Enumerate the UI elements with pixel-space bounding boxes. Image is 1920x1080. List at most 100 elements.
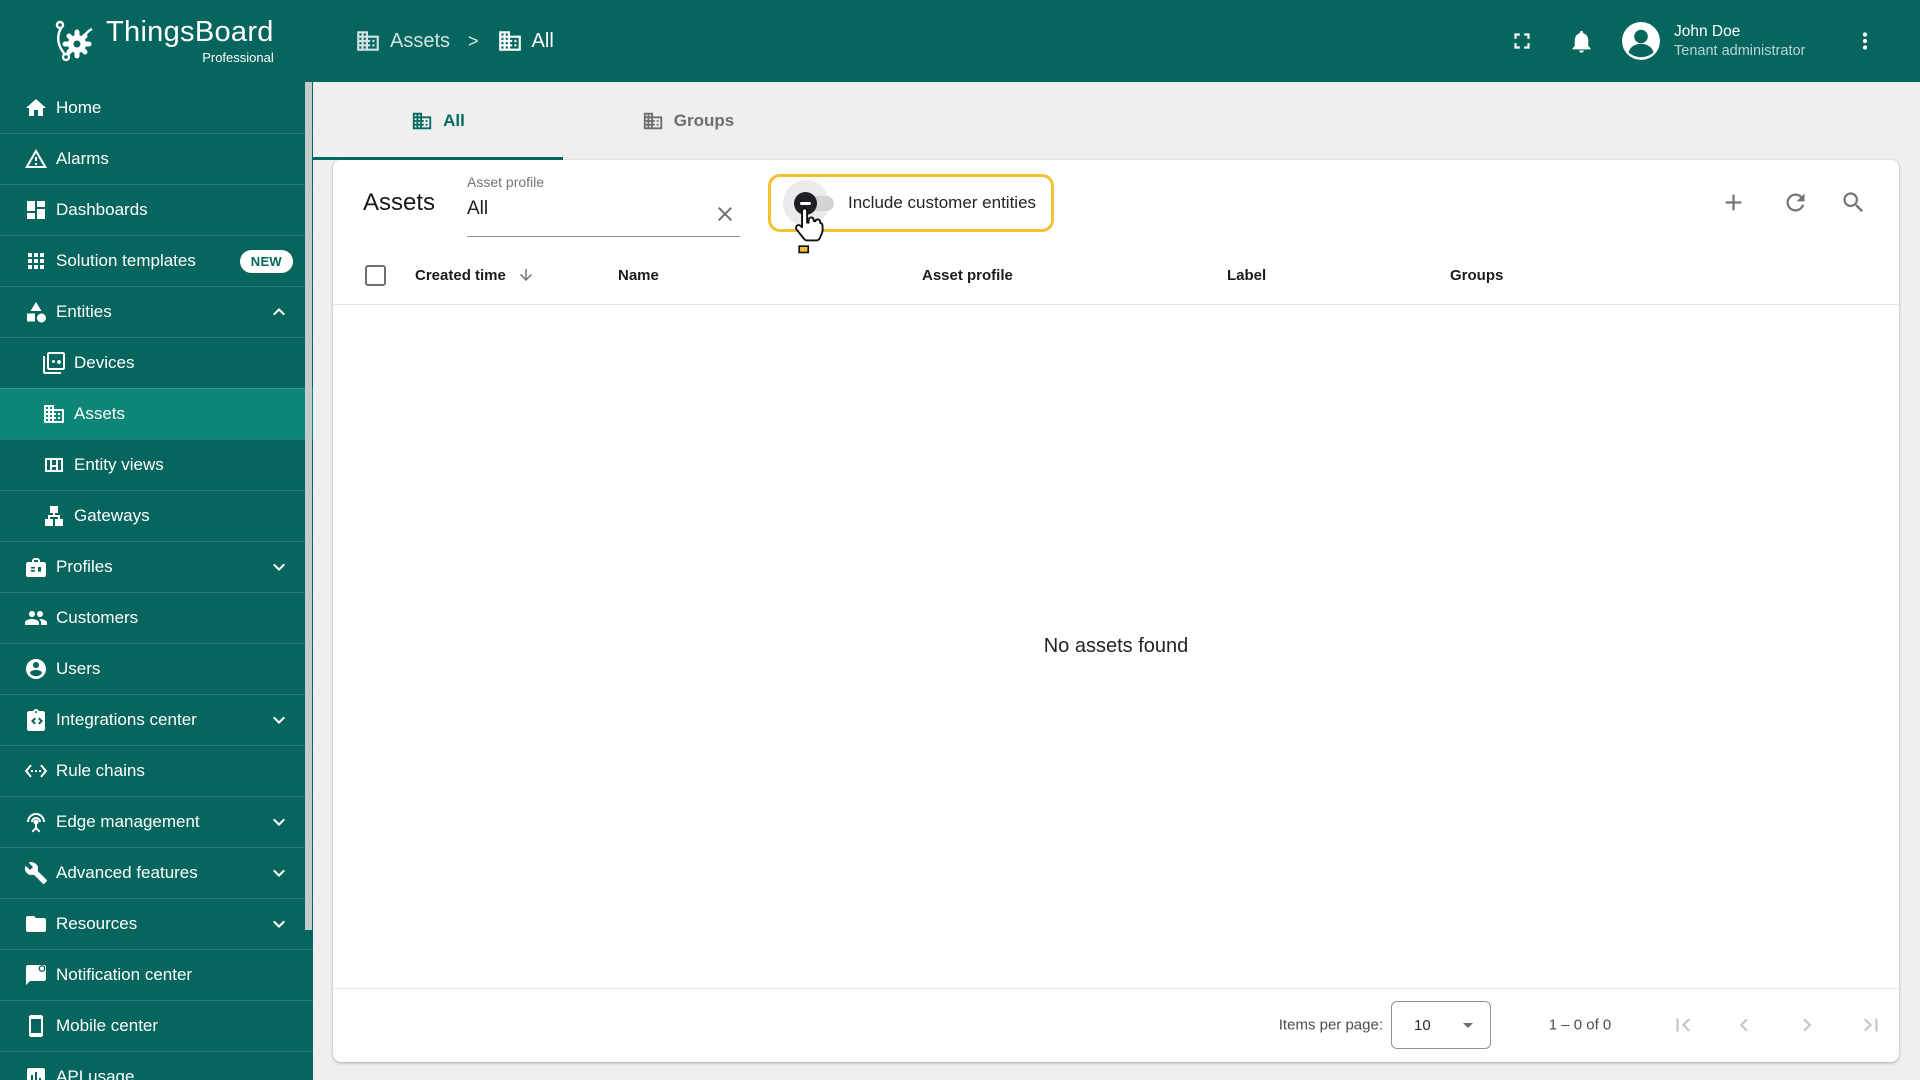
table-body: No assets found (333, 305, 1899, 988)
user-role: Tenant administrator (1674, 42, 1806, 59)
wrench-icon (24, 861, 48, 885)
sidebar-item-dashboards[interactable]: Dashboards (0, 184, 313, 235)
sidebar-item-profiles[interactable]: Profiles (0, 541, 313, 592)
asset-profile-filter[interactable]: Asset profile All (467, 172, 740, 237)
sidebar-item-assets[interactable]: Assets (0, 388, 313, 439)
include-customer-entities-toggle[interactable] (783, 180, 835, 226)
first-page-icon (1676, 1018, 1690, 1032)
building-icon (412, 112, 432, 130)
antenna-icon (24, 810, 48, 834)
chart-icon (24, 1065, 48, 1080)
tab-groups[interactable]: Groups (563, 82, 813, 160)
sidebar-item-advanced-features[interactable]: Advanced features (0, 847, 313, 898)
toggle-thumb (794, 192, 817, 215)
chevron-down-icon (267, 708, 291, 732)
sidebar-nav: Home Alarms Dashboards Solution template… (0, 82, 313, 1080)
breadcrumb: Assets > All (355, 28, 554, 54)
user-name: John Doe (1674, 22, 1741, 40)
sidebar-item-customers[interactable]: Customers (0, 592, 313, 643)
sidebar-item-devices[interactable]: Devices (0, 337, 313, 388)
sidebar-item-entity-views[interactable]: Entity views (0, 439, 313, 490)
paginator: Items per page: 10 1 – 0 of 0 (333, 988, 1899, 1061)
user-info[interactable]: John Doe Tenant administrator (1674, 22, 1824, 61)
chevron-down-icon (267, 861, 291, 885)
devices-icon (42, 351, 66, 375)
sidebar-item-rule-chains[interactable]: Rule chains (0, 745, 313, 796)
account-circle-icon (24, 657, 48, 681)
chevron-down-icon (267, 912, 291, 936)
logo-title: ThingsBoard (106, 16, 274, 49)
tab-bar: All Groups (313, 82, 1920, 160)
close-icon (718, 207, 732, 221)
column-name[interactable]: Name (618, 245, 659, 305)
main-content: All Groups Assets Asset profile All Incl… (313, 82, 1920, 1080)
toggle-label: Include customer entities (848, 193, 1037, 212)
breadcrumb-label: All (531, 29, 554, 52)
new-badge: NEW (239, 249, 293, 273)
items-per-page-label: Items per page: (1278, 1016, 1383, 1034)
logo[interactable]: ThingsBoard Professional (0, 17, 313, 65)
user-avatar[interactable] (1621, 21, 1661, 61)
sidebar-item-resources[interactable]: Resources (0, 898, 313, 949)
sidebar-item-mobile-center[interactable]: Mobile center (0, 1000, 313, 1051)
ethernet-icon (24, 759, 48, 783)
integration-icon (24, 708, 48, 732)
last-page-icon (1864, 1018, 1878, 1032)
last-page-button[interactable] (1851, 1005, 1891, 1045)
more-vert-icon (1862, 32, 1868, 50)
search-button[interactable] (1833, 182, 1873, 222)
sidebar-item-gateways[interactable]: Gateways (0, 490, 313, 541)
chevron-right-icon (1803, 1018, 1812, 1032)
plus-icon (1725, 194, 1741, 210)
sidebar-item-api-usage[interactable]: API usage (0, 1051, 313, 1080)
sort-desc-arrow-icon (519, 269, 532, 281)
bell-icon (1572, 30, 1591, 53)
sidebar-scrollbar[interactable] (305, 82, 312, 930)
add-asset-button[interactable] (1713, 182, 1753, 222)
people-icon (24, 606, 48, 630)
sidebar-item-home[interactable]: Home (0, 82, 313, 133)
clear-filter-button[interactable] (712, 202, 738, 228)
column-asset-profile[interactable]: Asset profile (922, 245, 1013, 305)
include-customer-entities-highlight: Include customer entities (768, 174, 1054, 232)
dropdown-arrow-icon (1463, 1023, 1473, 1028)
page-title: Assets (363, 189, 436, 216)
breadcrumb-assets[interactable]: Assets (355, 28, 450, 54)
sidebar-item-users[interactable]: Users (0, 643, 313, 694)
select-all-checkbox[interactable] (365, 265, 386, 286)
breadcrumb-label: Assets (390, 29, 451, 52)
first-page-button[interactable] (1663, 1005, 1703, 1045)
column-created-time[interactable]: Created time (415, 245, 535, 305)
sidebar-item-integrations-center[interactable]: Integrations center (0, 694, 313, 745)
chevron-down-icon (267, 810, 291, 834)
sidebar-item-solution-templates[interactable]: Solution templates NEW (0, 235, 313, 286)
items-per-page-select[interactable]: 10 (1391, 1001, 1491, 1049)
dashboards-icon (24, 198, 48, 222)
tab-all[interactable]: All (313, 82, 563, 160)
category-icon (24, 300, 48, 324)
sidebar-item-edge-management[interactable]: Edge management (0, 796, 313, 847)
column-label[interactable]: Label (1227, 245, 1266, 305)
tab-label: Groups (673, 111, 735, 130)
logo-subtitle: Professional (202, 49, 274, 65)
assets-card: Assets Asset profile All Include custome… (333, 160, 1899, 1062)
table-header-row: Created time Name Asset profile Label Gr… (333, 245, 1899, 305)
chevron-left-icon (1739, 1018, 1748, 1032)
sidebar-item-notification-center[interactable]: Notification center (0, 949, 313, 1000)
notifications-button[interactable] (1568, 28, 1595, 55)
previous-page-button[interactable] (1724, 1005, 1764, 1045)
top-header: ThingsBoard Professional Assets > All Jo… (0, 0, 1920, 82)
sidebar-item-entities[interactable]: Entities (0, 286, 313, 337)
more-menu-button[interactable] (1852, 28, 1878, 54)
column-groups[interactable]: Groups (1450, 245, 1503, 305)
smartphone-icon (24, 1014, 48, 1038)
assets-toolbar: Assets Asset profile All Include custome… (333, 160, 1899, 245)
search-icon (1842, 191, 1863, 212)
sidebar-item-alarms[interactable]: Alarms (0, 133, 313, 184)
breadcrumb-separator: > (468, 30, 479, 51)
refresh-button[interactable] (1775, 182, 1815, 222)
fullscreen-button[interactable] (1509, 28, 1535, 54)
empty-message: No assets found (1043, 635, 1189, 657)
breadcrumb-all[interactable]: All (497, 28, 554, 54)
next-page-button[interactable] (1787, 1005, 1827, 1045)
